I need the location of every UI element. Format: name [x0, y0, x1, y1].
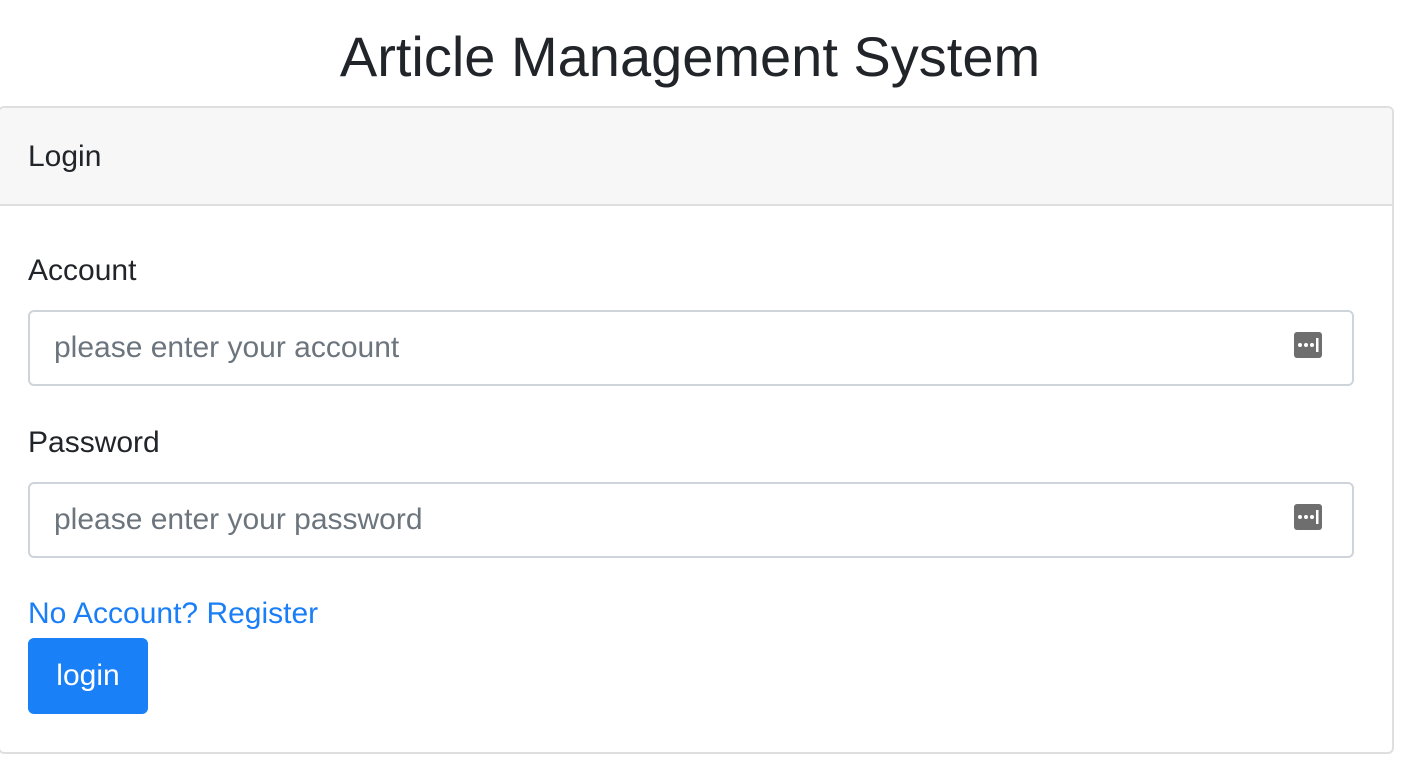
account-field[interactable]: [28, 310, 1354, 386]
password-field[interactable]: [28, 482, 1354, 558]
password-label: Password: [28, 426, 160, 459]
account-label: Account: [28, 254, 137, 287]
login-button[interactable]: login: [28, 638, 148, 714]
password-manager-key-icon[interactable]: [1294, 332, 1322, 358]
password-manager-key-icon[interactable]: [1294, 504, 1322, 530]
login-card: Login: [0, 106, 1394, 754]
card-header: Login: [0, 108, 1392, 206]
account-input[interactable]: [30, 312, 1254, 384]
register-link[interactable]: No Account? Register: [28, 596, 318, 632]
page-title: Article Management System: [339, 25, 1041, 88]
login-page: Article Management System Login Account …: [0, 0, 1418, 780]
password-input[interactable]: [30, 484, 1254, 556]
